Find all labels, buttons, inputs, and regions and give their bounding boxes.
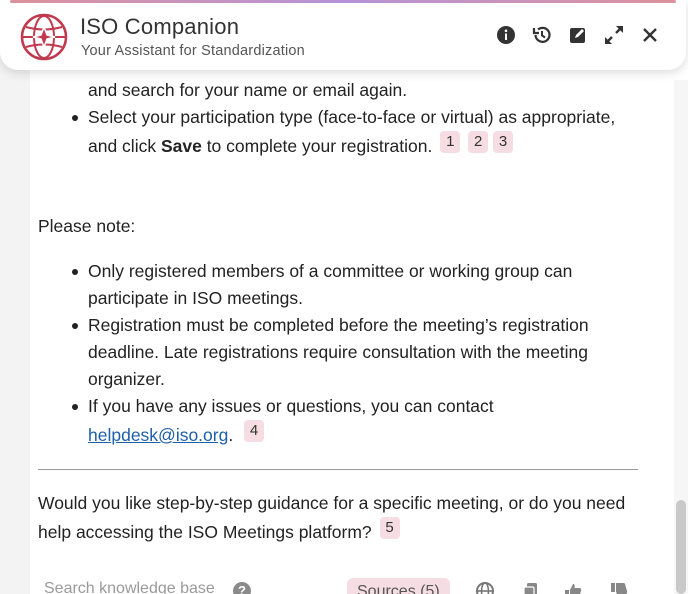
list-item: Registration must be completed before th… <box>72 312 648 393</box>
expand-button[interactable] <box>602 23 626 47</box>
note-heading: Please note: <box>38 216 136 236</box>
close-button[interactable] <box>638 23 662 47</box>
citation-badge-4[interactable]: 4 <box>244 420 265 442</box>
list-item: Only registered members of a committee o… <box>72 258 648 312</box>
close-icon <box>643 28 657 42</box>
globe-icon[interactable] <box>475 581 495 594</box>
copy-icon[interactable] <box>521 581 541 594</box>
app-subtitle: Your Assistant for Standardization <box>81 43 305 59</box>
history-button[interactable] <box>530 23 554 47</box>
citation-badge-2[interactable]: 2 <box>468 131 489 153</box>
message-toolbar: Search knowledge base ? Sources (5) <box>30 572 674 594</box>
iso-globe-logo-icon <box>20 13 68 61</box>
note-text: Registration must be completed before th… <box>88 315 589 389</box>
search-knowledge-base-input[interactable]: Search knowledge base <box>44 580 215 594</box>
sources-button[interactable]: Sources (5) <box>347 578 450 594</box>
left-rail <box>0 0 30 594</box>
question-text: Would you like step-by-step guidance for… <box>38 493 626 542</box>
bold-save: Save <box>160 136 202 156</box>
thumbs-down-icon[interactable] <box>609 581 629 594</box>
citation-badge-1[interactable]: 1 <box>440 131 461 153</box>
follow-up-question: Would you like step-by-step guidance for… <box>38 490 638 546</box>
app-title: ISO Companion <box>80 14 240 39</box>
bullet-text: to complete your registration. <box>201 136 433 156</box>
divider <box>38 469 638 470</box>
edit-icon <box>570 28 585 43</box>
message-partial-line: and search for your name or email again. <box>88 80 408 100</box>
header-accent-line <box>10 0 676 3</box>
info-button[interactable] <box>494 23 518 47</box>
new-chat-button[interactable] <box>566 23 590 47</box>
citation-badge-3[interactable]: 3 <box>492 131 513 153</box>
help-icon[interactable]: ? <box>233 582 251 594</box>
expand-icon <box>605 26 623 44</box>
list-item: If you have any issues or questions, you… <box>72 393 558 449</box>
scrollbar-thumb[interactable] <box>676 500 686 594</box>
list-item: Select your participation type (face-to-… <box>72 104 648 160</box>
info-icon <box>497 26 515 44</box>
history-icon <box>532 26 551 43</box>
thumbs-up-icon[interactable] <box>563 581 583 594</box>
chat-header: ISO Companion Your Assistant for Standar… <box>0 0 686 70</box>
note-text: If you have any issues or questions, you… <box>88 396 494 416</box>
note-text: . <box>228 425 234 445</box>
note-text: Only registered members of a committee o… <box>88 261 573 308</box>
citation-badge-5[interactable]: 5 <box>379 517 400 539</box>
helpdesk-email-link[interactable]: helpdesk@iso.org <box>88 425 228 445</box>
chat-window: and search for your name or email again.… <box>0 0 688 594</box>
